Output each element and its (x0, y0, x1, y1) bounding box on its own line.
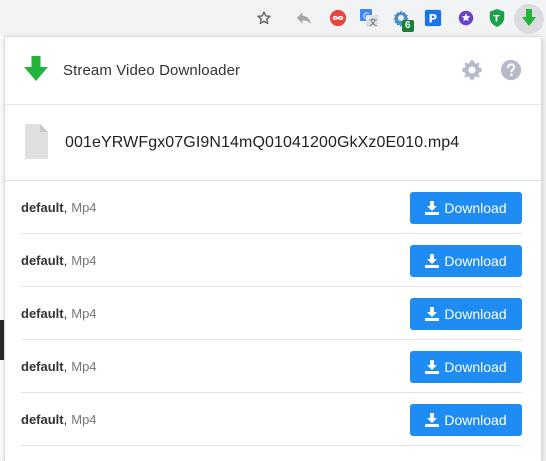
quality-label: default (21, 358, 64, 374)
list-item: default, Mp4 Download (21, 181, 522, 234)
list-item: default, Mp4 Download (21, 287, 522, 340)
format-label: Mp4 (71, 252, 97, 268)
popup-title: Stream Video Downloader (63, 62, 241, 79)
download-button[interactable]: Download (410, 404, 522, 436)
format-label: Mp4 (71, 358, 97, 374)
svg-text:文: 文 (369, 17, 377, 27)
bookmark-star-icon[interactable] (253, 7, 275, 29)
format-label: Mp4 (71, 199, 97, 215)
list-item: default, Mp4 Download (21, 234, 522, 287)
quality-label: default (21, 252, 64, 268)
download-icon (425, 413, 440, 427)
download-list: default, Mp4 Download default, Mp4 Downl… (5, 181, 541, 446)
download-icon (425, 360, 440, 374)
p-extension-icon[interactable]: P (422, 7, 444, 29)
svg-text:P: P (429, 12, 438, 26)
translate-extension-icon[interactable]: G文 (358, 7, 380, 29)
extension-popup: Stream Video Downloader 001eYRWFgx07GI9N… (4, 36, 542, 461)
download-icon (425, 307, 440, 321)
extension-badge: 6 (402, 20, 414, 32)
file-document-icon (23, 123, 49, 166)
list-item: default, Mp4 Download (21, 393, 522, 446)
infinity-extension-icon[interactable] (327, 7, 349, 29)
download-button[interactable]: Download (410, 245, 522, 277)
star-extension-icon[interactable] (455, 7, 477, 29)
download-button[interactable]: Download (410, 298, 522, 330)
stream-downloader-extension-icon[interactable] (518, 7, 540, 29)
quality-label: default (21, 305, 64, 321)
format-label: Mp4 (71, 305, 97, 321)
quality-label: default (21, 199, 64, 215)
back-arrow-icon[interactable] (293, 7, 315, 29)
download-icon (425, 201, 440, 215)
shield-extension-icon[interactable]: T (486, 7, 508, 29)
file-info-bar: 001eYRWFgx07GI9N14mQ01041200GkXz0E010.mp… (5, 105, 541, 181)
download-arrow-logo-icon (23, 55, 49, 88)
list-item: default, Mp4 Download (21, 340, 522, 393)
browser-toolbar: G文 6 P T (0, 0, 546, 36)
format-label: Mp4 (71, 411, 97, 427)
download-button[interactable]: Download (410, 192, 522, 224)
download-icon (425, 254, 440, 268)
download-button[interactable]: Download (410, 351, 522, 383)
quality-label: default (21, 411, 64, 427)
help-question-icon[interactable] (500, 59, 522, 81)
video-filename: 001eYRWFgx07GI9N14mQ01041200GkXz0E010.mp… (65, 134, 460, 151)
svg-text:T: T (493, 15, 500, 25)
settings-gear-icon[interactable] (461, 59, 483, 81)
popup-header: Stream Video Downloader (5, 37, 541, 105)
